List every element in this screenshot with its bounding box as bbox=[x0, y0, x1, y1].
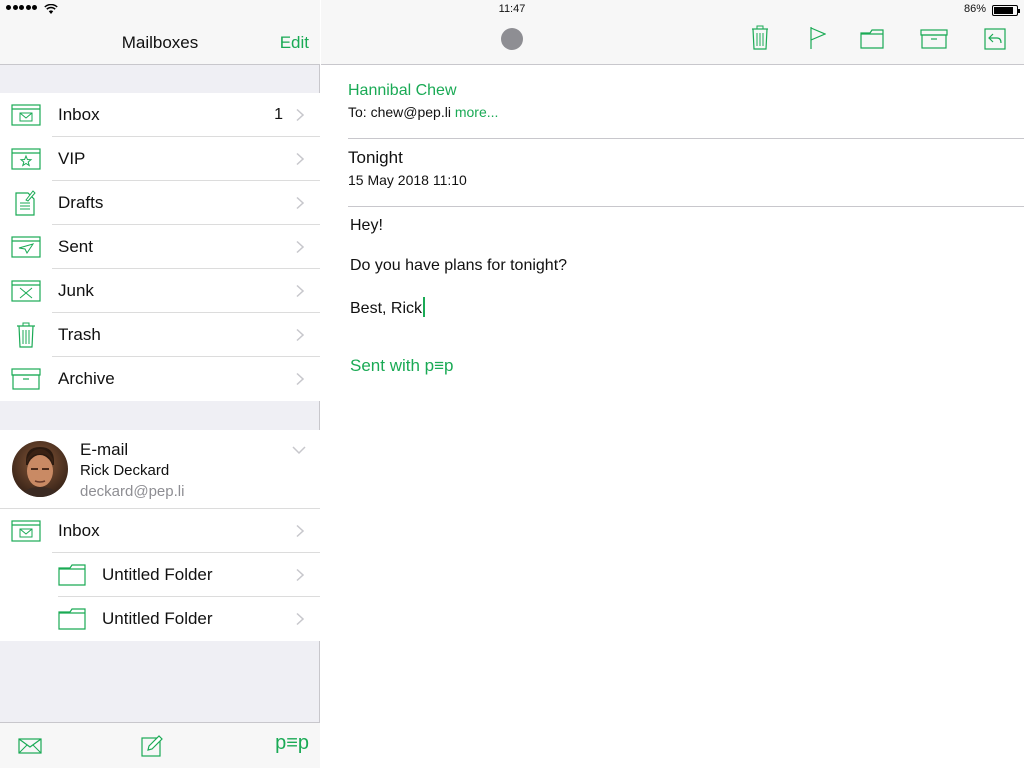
status-time: 11:47 bbox=[498, 3, 526, 15]
reply-icon[interactable] bbox=[984, 28, 1006, 50]
mailbox-label: Archive bbox=[58, 369, 115, 388]
divider bbox=[348, 138, 1024, 139]
folder-label: Untitled Folder bbox=[102, 609, 213, 628]
message-subject: Tonight bbox=[348, 148, 403, 167]
account-section: E-mail Rick Deckard deckard@pep.li Inbox… bbox=[0, 430, 320, 641]
mailbox-label: Sent bbox=[58, 237, 93, 256]
avatar bbox=[12, 441, 68, 497]
account-folder-untitled[interactable]: Untitled Folder bbox=[0, 597, 320, 641]
mailbox-vip[interactable]: VIP bbox=[0, 137, 320, 181]
mailboxes-toolbar: p≡p bbox=[0, 722, 320, 768]
message-date: 15 May 2018 11:10 bbox=[348, 172, 467, 188]
pep-logo[interactable]: p≡p bbox=[275, 732, 309, 755]
chevron-right-icon bbox=[296, 568, 304, 582]
chevron-right-icon bbox=[296, 196, 304, 210]
to-prefix: To: bbox=[348, 104, 371, 120]
chevron-right-icon bbox=[296, 612, 304, 626]
archive-icon bbox=[11, 368, 41, 390]
chevron-right-icon bbox=[296, 524, 304, 538]
mailbox-list: Inbox 1 VIP Drafts Sent Junk Trash Archi… bbox=[0, 93, 320, 401]
page-title: Mailboxes bbox=[121, 33, 199, 52]
mailbox-label: Junk bbox=[58, 281, 94, 300]
account-folder-untitled[interactable]: Untitled Folder bbox=[0, 553, 320, 597]
mailbox-label: Inbox bbox=[58, 105, 100, 124]
chevron-right-icon bbox=[296, 284, 304, 298]
archive-icon[interactable] bbox=[920, 29, 948, 49]
mailboxes-panel: Mailboxes Edit Inbox 1 VIP Drafts Sent J… bbox=[0, 0, 320, 768]
mail-icon[interactable] bbox=[18, 738, 42, 754]
move-to-folder-icon[interactable] bbox=[860, 29, 884, 49]
mailbox-label: Trash bbox=[58, 325, 101, 344]
body-line: Hey! bbox=[350, 217, 383, 234]
body-text: Best, Rick bbox=[350, 300, 423, 317]
chevron-right-icon bbox=[296, 240, 304, 254]
recipient-line: To: chew@pep.li more... bbox=[348, 104, 498, 120]
mailbox-label: VIP bbox=[58, 149, 86, 168]
chevron-down-icon[interactable] bbox=[292, 446, 306, 455]
drafts-icon bbox=[14, 190, 36, 216]
folder-label: Inbox bbox=[58, 521, 100, 540]
text-cursor bbox=[423, 297, 426, 317]
mailbox-inbox[interactable]: Inbox 1 bbox=[0, 93, 320, 137]
chevron-right-icon bbox=[296, 152, 304, 166]
account-header[interactable]: E-mail Rick Deckard deckard@pep.li bbox=[0, 430, 320, 509]
account-type: E-mail bbox=[80, 440, 129, 459]
chevron-right-icon bbox=[296, 328, 304, 342]
mailbox-archive[interactable]: Archive bbox=[0, 357, 320, 401]
mailbox-label: Drafts bbox=[58, 193, 104, 212]
mailbox-drafts[interactable]: Drafts bbox=[0, 181, 320, 225]
signature: Sent with p≡p bbox=[350, 356, 454, 375]
unread-count: 1 bbox=[274, 106, 283, 123]
account-folder-inbox[interactable]: Inbox bbox=[0, 509, 320, 553]
battery-percentage: 86% bbox=[963, 3, 986, 15]
chevron-right-icon bbox=[296, 372, 304, 386]
inbox-icon bbox=[11, 520, 41, 542]
mailbox-sent[interactable]: Sent bbox=[0, 225, 320, 269]
trash-icon[interactable] bbox=[751, 25, 769, 50]
body-line: Best, Rick bbox=[350, 297, 426, 318]
inbox-icon bbox=[11, 104, 41, 126]
flag-icon[interactable] bbox=[810, 26, 826, 50]
vip-star-icon bbox=[11, 148, 41, 170]
sent-icon bbox=[11, 236, 41, 258]
mailbox-trash[interactable]: Trash bbox=[0, 313, 320, 357]
sender-name[interactable]: Hannibal Chew bbox=[348, 82, 457, 100]
folder-label: Untitled Folder bbox=[102, 565, 213, 584]
edit-button[interactable]: Edit bbox=[280, 33, 309, 53]
battery-icon bbox=[992, 5, 1020, 16]
recipient-address[interactable]: chew@pep.li bbox=[371, 104, 451, 120]
trash-icon bbox=[16, 322, 36, 348]
folder-icon bbox=[58, 564, 86, 586]
folder-icon bbox=[58, 608, 86, 630]
chevron-right-icon bbox=[296, 108, 304, 122]
mailbox-junk[interactable]: Junk bbox=[0, 269, 320, 313]
divider bbox=[348, 206, 1024, 207]
status-bar: 11:47 86% bbox=[0, 0, 1024, 20]
account-name: Rick Deckard bbox=[80, 462, 170, 479]
more-recipients-link[interactable]: more... bbox=[455, 104, 499, 120]
body-line: Do you have plans for tonight? bbox=[350, 257, 568, 274]
compose-icon[interactable] bbox=[141, 735, 163, 757]
privacy-status-icon[interactable] bbox=[501, 28, 523, 50]
junk-icon bbox=[11, 280, 41, 302]
account-email: deckard@pep.li bbox=[80, 483, 185, 500]
